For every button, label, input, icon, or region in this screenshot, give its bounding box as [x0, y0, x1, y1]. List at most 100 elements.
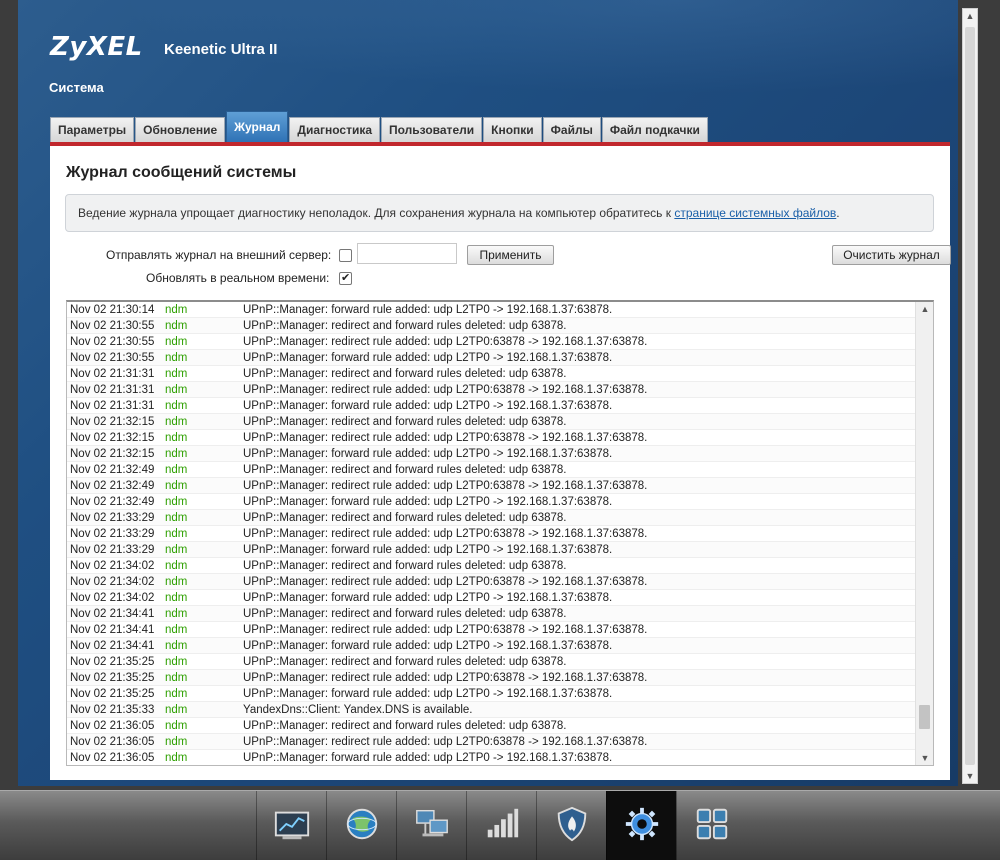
- log-scroll-thumb[interactable]: [919, 705, 930, 730]
- log-message: UPnP::Manager: forward rule added: udp L…: [243, 495, 613, 508]
- system-files-link[interactable]: странице системных файлов: [674, 206, 836, 220]
- log-row: Nov 02 21:33:29 ndm UPnP::Manager: redirec…: [67, 510, 915, 526]
- apply-button[interactable]: Применить: [467, 245, 554, 265]
- nav-gear-button[interactable]: [606, 791, 676, 860]
- log-source: ndm: [165, 351, 188, 364]
- tab-5[interactable]: Кнопки: [483, 117, 542, 142]
- log-time: Nov 02 21:34:02: [70, 559, 155, 572]
- tab-2[interactable]: Журнал: [226, 111, 289, 142]
- log-time: Nov 02 21:31:31: [70, 367, 155, 380]
- log-time: Nov 02 21:34:02: [70, 575, 155, 588]
- log-source: ndm: [165, 687, 188, 700]
- log-time: Nov 02 21:33:29: [70, 527, 155, 540]
- page-scroll-up-icon[interactable]: ▲: [963, 9, 977, 23]
- log-source: ndm: [165, 671, 188, 684]
- log-message: UPnP::Manager: forward rule added: udp L…: [243, 591, 613, 604]
- nav-chart-button[interactable]: [256, 791, 326, 860]
- log-row: Nov 02 21:30:55 ndm UPnP::Manager: redirec…: [67, 334, 915, 350]
- log-row: Nov 02 21:30:55 ndm UPnP::Manager: forward…: [67, 350, 915, 366]
- page-scrollbar[interactable]: ▲ ▼: [962, 8, 978, 784]
- log-row: Nov 02 21:31:31 ndm UPnP::Manager: redirec…: [67, 366, 915, 382]
- log-time: Nov 02 21:30:55: [70, 319, 155, 332]
- log-row: Nov 02 21:34:02 ndm UPnP::Manager: redirec…: [67, 574, 915, 590]
- log-source: ndm: [165, 703, 188, 716]
- tab-6[interactable]: Файлы: [542, 117, 601, 142]
- log-time: Nov 02 21:32:15: [70, 415, 155, 428]
- bottom-nav-bar: [0, 790, 1000, 860]
- log-source: ndm: [165, 399, 188, 412]
- clear-log-button[interactable]: Очистить журнал: [832, 245, 951, 265]
- log-viewer[interactable]: Nov 02 21:30:14 ndm UPnP::Manager: forward…: [66, 300, 934, 766]
- log-source: ndm: [165, 367, 188, 380]
- page-scroll-down-icon[interactable]: ▼: [963, 769, 977, 783]
- log-source: ndm: [165, 719, 188, 732]
- zyxel-logo: ZyXEL: [50, 32, 143, 62]
- log-row: Nov 02 21:33:29 ndm UPnP::Manager: forward…: [67, 542, 915, 558]
- log-row: Nov 02 21:32:49 ndm UPnP::Manager: redirec…: [67, 462, 915, 478]
- log-row: Nov 02 21:32:15 ndm UPnP::Manager: forward…: [67, 446, 915, 462]
- log-source: ndm: [165, 575, 188, 588]
- nav-shield-flame-button[interactable]: [536, 791, 606, 860]
- log-message: UPnP::Manager: redirect and forward rule…: [243, 319, 567, 332]
- remote-server-input[interactable]: [357, 243, 457, 264]
- remote-server-checkbox[interactable]: [339, 249, 352, 262]
- log-time: Nov 02 21:31:31: [70, 383, 155, 396]
- log-row: Nov 02 21:35:25 ndm UPnP::Manager: forward…: [67, 686, 915, 702]
- log-time: Nov 02 21:30:55: [70, 351, 155, 364]
- log-row: Nov 02 21:32:49 ndm UPnP::Manager: redirec…: [67, 478, 915, 494]
- log-row: Nov 02 21:31:31 ndm UPnP::Manager: redirec…: [67, 382, 915, 398]
- log-message: UPnP::Manager: forward rule added: udp L…: [243, 751, 613, 764]
- log-message: UPnP::Manager: redirect and forward rule…: [243, 655, 567, 668]
- log-scrollbar[interactable]: ▲ ▼: [915, 302, 933, 765]
- scroll-up-icon[interactable]: ▲: [916, 302, 933, 316]
- tab-3[interactable]: Диагностика: [289, 117, 381, 142]
- scroll-down-icon[interactable]: ▼: [916, 751, 933, 765]
- info-tail: .: [836, 206, 840, 220]
- log-time: Nov 02 21:32:49: [70, 463, 155, 476]
- log-message: UPnP::Manager: redirect and forward rule…: [243, 415, 567, 428]
- log-row: Nov 02 21:34:41 ndm UPnP::Manager: redirec…: [67, 622, 915, 638]
- tab-7[interactable]: Файл подкачки: [601, 117, 708, 142]
- apps-grid-icon: [693, 805, 731, 848]
- tab-4[interactable]: Пользователи: [381, 117, 483, 142]
- log-message: UPnP::Manager: redirect rule added: udp …: [243, 623, 648, 636]
- log-message: UPnP::Manager: redirect rule added: udp …: [243, 431, 648, 444]
- log-row: Nov 02 21:35:25 ndm UPnP::Manager: redirec…: [67, 670, 915, 686]
- nav-globe-button[interactable]: [326, 791, 396, 860]
- log-message: UPnP::Manager: forward rule added: udp L…: [243, 639, 613, 652]
- log-time: Nov 02 21:32:15: [70, 431, 155, 444]
- log-row: Nov 02 21:33:29 ndm UPnP::Manager: redirec…: [67, 526, 915, 542]
- nav-apps-grid-button[interactable]: [676, 791, 746, 860]
- log-message: UPnP::Manager: forward rule added: udp L…: [243, 543, 613, 556]
- page-scroll-thumb[interactable]: [965, 27, 975, 765]
- log-row: Nov 02 21:35:33 ndm YandexDns::Client: Yan…: [67, 702, 915, 718]
- log-source: ndm: [165, 655, 188, 668]
- log-source: ndm: [165, 591, 188, 604]
- log-source: ndm: [165, 463, 188, 476]
- realtime-label: Обновлять в реальном времени:: [146, 271, 330, 285]
- log-message: UPnP::Manager: forward rule added: udp L…: [243, 303, 613, 316]
- log-row: Nov 02 21:36:05 ndm UPnP::Manager: redirec…: [67, 718, 915, 734]
- log-source: ndm: [165, 335, 188, 348]
- log-source: ndm: [165, 447, 188, 460]
- gear-icon: [623, 805, 661, 848]
- log-message: UPnP::Manager: redirect and forward rule…: [243, 607, 567, 620]
- tab-0[interactable]: Параметры: [50, 117, 135, 142]
- tab-1[interactable]: Обновление: [135, 117, 226, 142]
- nav-signal-bars-button[interactable]: [466, 791, 536, 860]
- log-time: Nov 02 21:36:05: [70, 719, 155, 732]
- log-row: Nov 02 21:34:02 ndm UPnP::Manager: redirec…: [67, 558, 915, 574]
- log-message: UPnP::Manager: redirect rule added: udp …: [243, 575, 648, 588]
- log-message: UPnP::Manager: redirect rule added: udp …: [243, 527, 648, 540]
- log-source: ndm: [165, 319, 188, 332]
- content-panel: Журнал сообщений системы Ведение журнала…: [50, 142, 951, 780]
- log-time: Nov 02 21:32:15: [70, 447, 155, 460]
- log-rows: Nov 02 21:30:14 ndm UPnP::Manager: forward…: [67, 302, 915, 765]
- log-source: ndm: [165, 751, 188, 764]
- log-message: UPnP::Manager: forward rule added: udp L…: [243, 351, 613, 364]
- nav-network-computers-button[interactable]: [396, 791, 466, 860]
- log-time: Nov 02 21:34:41: [70, 639, 155, 652]
- log-row: Nov 02 21:34:41 ndm UPnP::Manager: forward…: [67, 638, 915, 654]
- log-row: Nov 02 21:31:31 ndm UPnP::Manager: forward…: [67, 398, 915, 414]
- realtime-checkbox[interactable]: [339, 271, 352, 285]
